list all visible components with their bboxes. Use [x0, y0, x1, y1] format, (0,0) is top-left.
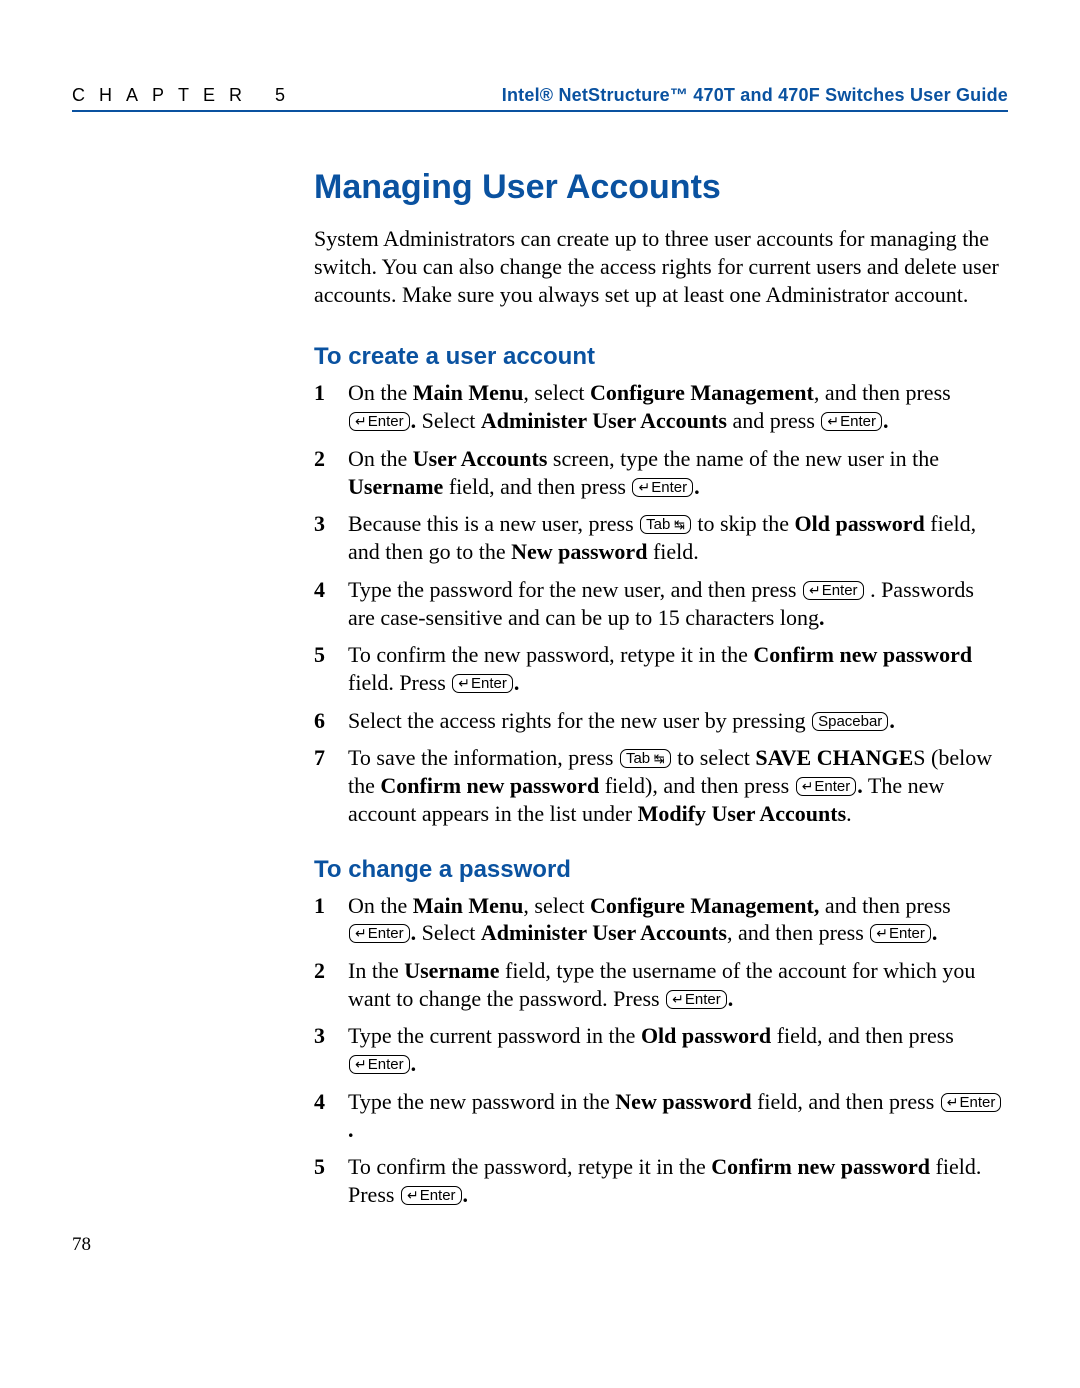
step-5: 5 To confirm the new password, retype it… — [314, 641, 1004, 696]
step-body: On the Main Menu, select Configure Manag… — [348, 892, 1004, 947]
enter-key-icon: Enter — [803, 581, 864, 600]
step-3: 3 Because this is a new user, press Tab … — [314, 510, 1004, 565]
step-number: 1 — [314, 379, 348, 434]
step-number: 4 — [314, 1088, 348, 1143]
page: CHAPTER 5 Intel® NetStructure™ 470T and … — [0, 0, 1080, 1388]
step-body: To confirm the new password, retype it i… — [348, 641, 1004, 696]
step-number: 2 — [314, 957, 348, 1012]
section-change-password: To change a password 1 On the Main Menu,… — [314, 856, 1004, 1209]
step-1: 1 On the Main Menu, select Configure Man… — [314, 379, 1004, 434]
enter-key-icon: Enter — [349, 1055, 410, 1074]
section-heading: To change a password — [314, 856, 1004, 884]
intro-paragraph: System Administrators can create up to t… — [314, 225, 1004, 309]
enter-key-icon: Enter — [796, 777, 857, 796]
step-number: 6 — [314, 707, 348, 735]
step-body: To save the information, press Tab to se… — [348, 744, 1004, 827]
step-7: 7 To save the information, press Tab to … — [314, 744, 1004, 827]
enter-key-icon: Enter — [632, 478, 693, 497]
section-create-user: To create a user account 1 On the Main M… — [314, 343, 1004, 827]
step-body: Select the access rights for the new use… — [348, 707, 1004, 735]
step-body: To confirm the password, retype it in th… — [348, 1153, 1004, 1208]
step-number: 2 — [314, 445, 348, 500]
step-4: 4 Type the new password in the New passw… — [314, 1088, 1004, 1143]
enter-key-icon: Enter — [941, 1093, 1002, 1112]
step-1: 1 On the Main Menu, select Configure Man… — [314, 892, 1004, 947]
step-3: 3 Type the current password in the Old p… — [314, 1022, 1004, 1077]
step-body: Type the new password in the New passwor… — [348, 1088, 1004, 1143]
chapter-label: CHAPTER 5 — [72, 85, 299, 106]
spacebar-key-icon: Spacebar — [812, 712, 888, 731]
step-2: 2 In the Username field, type the userna… — [314, 957, 1004, 1012]
step-body: On the Main Menu, select Configure Manag… — [348, 379, 1004, 434]
content-area: Managing User Accounts System Administra… — [72, 168, 1008, 1209]
enter-key-icon: Enter — [870, 924, 931, 943]
enter-key-icon: Enter — [349, 924, 410, 943]
step-4: 4 Type the password for the new user, an… — [314, 576, 1004, 631]
enter-key-icon: Enter — [821, 412, 882, 431]
step-2: 2 On the User Accounts screen, type the … — [314, 445, 1004, 500]
enter-key-icon: Enter — [666, 990, 727, 1009]
step-5: 5 To confirm the password, retype it in … — [314, 1153, 1004, 1208]
tab-key-icon: Tab — [620, 749, 671, 768]
step-number: 1 — [314, 892, 348, 947]
enter-key-icon: Enter — [349, 412, 410, 431]
enter-key-icon: Enter — [452, 674, 513, 693]
step-number: 7 — [314, 744, 348, 827]
page-number: 78 — [72, 1234, 91, 1256]
step-number: 4 — [314, 576, 348, 631]
enter-key-icon: Enter — [401, 1186, 462, 1205]
document-title: Intel® NetStructure™ 470T and 470F Switc… — [502, 85, 1008, 106]
step-number: 3 — [314, 1022, 348, 1077]
step-body: Because this is a new user, press Tab to… — [348, 510, 1004, 565]
step-number: 3 — [314, 510, 348, 565]
step-6: 6 Select the access rights for the new u… — [314, 707, 1004, 735]
section-heading: To create a user account — [314, 343, 1004, 371]
step-body: On the User Accounts screen, type the na… — [348, 445, 1004, 500]
tab-key-icon: Tab — [640, 515, 691, 534]
step-body: Type the current password in the Old pas… — [348, 1022, 1004, 1077]
step-body: In the Username field, type the username… — [348, 957, 1004, 1012]
step-body: Type the password for the new user, and … — [348, 576, 1004, 631]
page-title: Managing User Accounts — [314, 168, 1004, 207]
page-header: CHAPTER 5 Intel® NetStructure™ 470T and … — [72, 85, 1008, 112]
step-number: 5 — [314, 1153, 348, 1208]
step-number: 5 — [314, 641, 348, 696]
